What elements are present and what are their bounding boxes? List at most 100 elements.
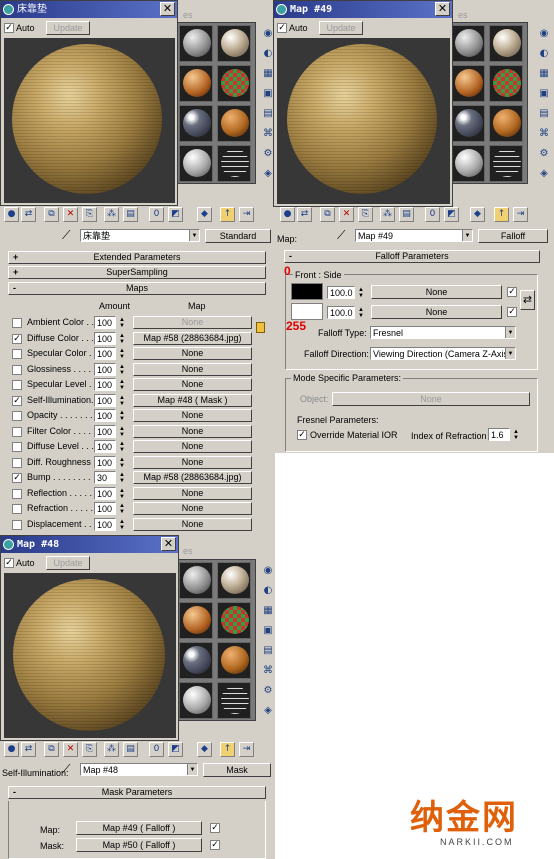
video-color-check-icon[interactable]: ▤ <box>261 643 275 658</box>
auto-checkbox[interactable]: ✓ <box>4 23 14 33</box>
map-slot-button[interactable]: None <box>133 456 252 469</box>
map-amount-spinner[interactable]: ▲ ▼ <box>118 457 126 469</box>
map-amount-field[interactable]: 100 <box>94 378 116 391</box>
make-copy-icon[interactable]: ⎘ <box>82 207 97 222</box>
map-amount-spinner[interactable]: ▲ ▼ <box>118 317 126 329</box>
sample-slot[interactable] <box>217 105 251 142</box>
sample-slot[interactable] <box>451 145 485 182</box>
map-amount-spinner[interactable]: ▲ ▼ <box>118 333 126 345</box>
background-icon[interactable]: ▦ <box>261 603 275 618</box>
sample-slot[interactable] <box>451 65 485 102</box>
map-enable-checkbox[interactable] <box>12 411 22 421</box>
material-effects-channel-icon[interactable]: 0 <box>425 207 440 222</box>
go-forward-to-sibling-icon[interactable]: ⇥ <box>239 207 254 222</box>
sample-slot[interactable] <box>451 105 485 142</box>
go-to-parent-icon[interactable]: ↑ <box>494 207 509 222</box>
map-slot-button[interactable]: None <box>133 409 252 422</box>
rollout-extended-parameters[interactable]: + Extended Parameters <box>8 251 266 264</box>
get-material-icon[interactable]: ● <box>280 207 295 222</box>
front-map-button[interactable]: None <box>371 285 502 299</box>
make-preview-icon[interactable]: ⌘ <box>261 663 275 678</box>
rollout-maps[interactable]: - Maps <box>8 282 266 295</box>
map-amount-field[interactable]: 100 <box>94 440 116 453</box>
sample-slot[interactable] <box>179 602 213 639</box>
update-button[interactable]: Update <box>46 556 90 570</box>
sample-type-icon[interactable]: ◉ <box>261 563 275 578</box>
get-material-icon[interactable]: ● <box>4 207 19 222</box>
front-amount-spinner[interactable]: ▲ ▼ <box>357 287 365 299</box>
map-amount-field[interactable]: 30 <box>94 471 116 484</box>
override-ior-checkbox[interactable]: ✓ <box>297 430 307 440</box>
map-enable-checkbox[interactable] <box>12 318 22 328</box>
make-unique-icon[interactable]: ⁂ <box>104 742 119 757</box>
map-amount-field[interactable]: 100 <box>94 363 116 376</box>
falloff-type-dropdown[interactable]: Fresnel ▼ <box>370 326 516 339</box>
ior-field[interactable]: 1.6 <box>488 428 510 441</box>
close-button[interactable]: ✕ <box>161 537 176 551</box>
go-to-parent-icon[interactable]: ↑ <box>220 742 235 757</box>
map-slot-button[interactable]: Map #58 (28863684.jpg) <box>133 332 252 345</box>
select-by-material-icon[interactable]: ◈ <box>537 166 551 181</box>
map-amount-spinner[interactable]: ▲ ▼ <box>118 503 126 515</box>
make-unique-icon[interactable]: ⁂ <box>104 207 119 222</box>
sample-slot[interactable] <box>217 25 251 62</box>
sample-slot[interactable] <box>217 682 251 719</box>
show-map-in-viewport-icon[interactable]: ◩ <box>168 207 183 222</box>
map-enable-checkbox[interactable] <box>12 458 22 468</box>
object-pick-button[interactable]: None <box>332 392 530 406</box>
map-slot-button[interactable]: Map #48 ( Mask ) <box>133 394 252 407</box>
chevron-down-icon[interactable]: ▼ <box>462 230 472 241</box>
map-slot-button[interactable]: None <box>133 363 252 376</box>
material-effects-channel-icon[interactable]: 0 <box>149 207 164 222</box>
map-amount-spinner[interactable]: ▲ ▼ <box>118 441 126 453</box>
sample-slot[interactable] <box>179 105 213 142</box>
front-color-swatch[interactable] <box>291 283 323 300</box>
map-enable-checkbox[interactable]: ✓ <box>12 396 22 406</box>
close-button[interactable]: ✕ <box>435 2 450 16</box>
map-amount-spinner[interactable]: ▲ ▼ <box>118 472 126 484</box>
go-forward-to-sibling-icon[interactable]: ⇥ <box>513 207 528 222</box>
select-by-material-icon[interactable]: ◈ <box>261 703 275 718</box>
map-slot-button[interactable]: None <box>133 487 252 500</box>
video-color-check-icon[interactable]: ▤ <box>537 106 551 121</box>
uv-tiling-icon[interactable]: ▣ <box>261 623 275 638</box>
falloff-direction-dropdown[interactable]: Viewing Direction (Camera Z-Axis) ▼ <box>370 347 516 360</box>
sample-slot[interactable] <box>489 105 523 142</box>
assign-material-icon[interactable]: ⧉ <box>320 207 335 222</box>
map-amount-field[interactable]: 100 <box>94 487 116 500</box>
map-amount-spinner[interactable]: ▲ ▼ <box>118 379 126 391</box>
chevron-down-icon[interactable]: ▼ <box>187 764 197 775</box>
map-amount-spinner[interactable]: ▲ ▼ <box>118 348 126 360</box>
map-amount-field[interactable]: 100 <box>94 394 116 407</box>
map-amount-field[interactable]: 100 <box>94 456 116 469</box>
assign-material-icon[interactable]: ⧉ <box>44 207 59 222</box>
reset-map-icon[interactable]: ✕ <box>339 207 354 222</box>
make-preview-icon[interactable]: ⌘ <box>537 126 551 141</box>
map-slot-button[interactable]: None <box>133 440 252 453</box>
sample-type-icon[interactable]: ◉ <box>537 26 551 41</box>
sample-slot[interactable] <box>179 65 213 102</box>
map-slot-button[interactable]: None <box>133 425 252 438</box>
go-to-parent-icon[interactable]: ↑ <box>220 207 235 222</box>
map-name-field[interactable]: Map #48 ▼ <box>80 763 198 776</box>
map-enable-checkbox[interactable] <box>12 520 22 530</box>
map-amount-field[interactable]: 100 <box>94 425 116 438</box>
show-end-result-icon[interactable]: ◆ <box>197 742 212 757</box>
material-name-field[interactable]: 床靠垫 ▼ <box>80 229 200 242</box>
make-copy-icon[interactable]: ⎘ <box>82 742 97 757</box>
map-name-field[interactable]: Map #49 ▼ <box>355 229 473 242</box>
map-enable-checkbox[interactable]: ✓ <box>12 334 22 344</box>
side-color-swatch[interactable] <box>291 303 323 320</box>
reset-map-icon[interactable]: ✕ <box>63 742 78 757</box>
auto-checkbox[interactable]: ✓ <box>277 23 287 33</box>
sample-slot[interactable] <box>217 65 251 102</box>
backlight-icon[interactable]: ◐ <box>537 46 551 61</box>
swap-colors-icon[interactable]: ⇄ <box>520 290 535 310</box>
uv-tiling-icon[interactable]: ▣ <box>537 86 551 101</box>
sample-slot[interactable] <box>489 65 523 102</box>
sample-slot[interactable] <box>179 145 213 182</box>
map-slot-button[interactable]: None <box>133 316 252 329</box>
sample-slot[interactable] <box>217 562 251 599</box>
sample-slot[interactable] <box>179 642 213 679</box>
sample-slot[interactable] <box>489 25 523 62</box>
